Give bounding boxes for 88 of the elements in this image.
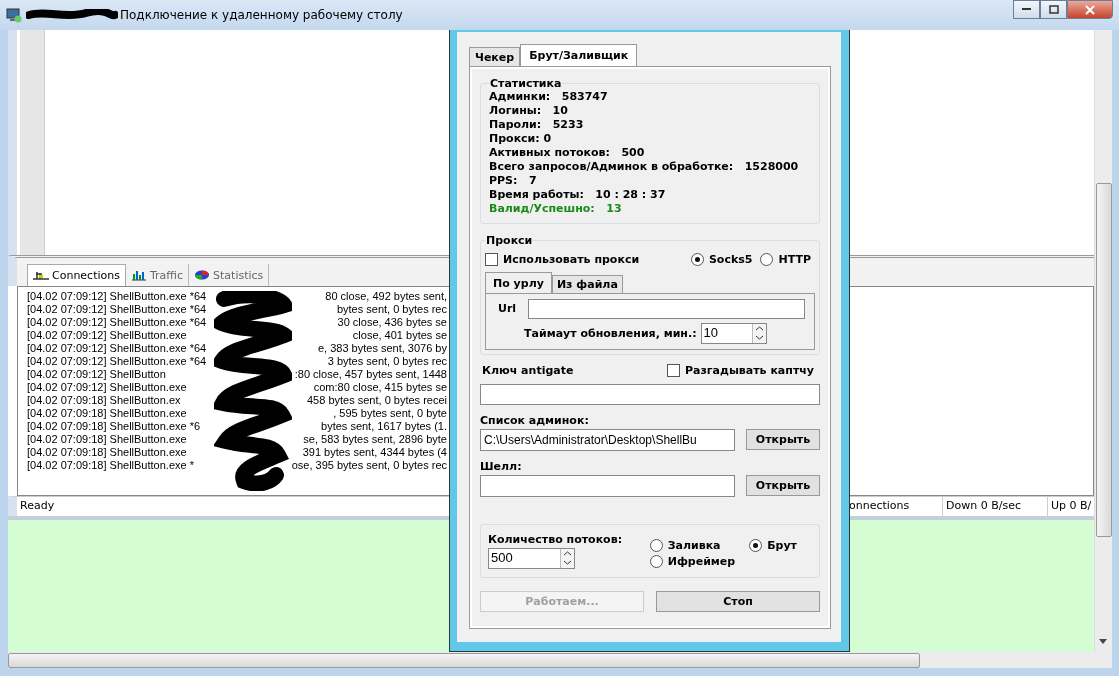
log-line: [04.02 07:09:12] ShellButton.exe *64 <box>27 290 207 303</box>
log-line: , 595 bytes sent, 0 byte <box>333 407 447 420</box>
antigate-key-field[interactable] <box>480 384 820 405</box>
log-line: [04.02 07:09:18] ShellButton.exe <box>27 446 187 459</box>
group-title: Статистика <box>489 77 563 90</box>
close-button[interactable] <box>1067 0 1113 19</box>
stop-button[interactable]: Стоп <box>656 591 820 612</box>
log-line: e, 383 bytes sent, 3076 by <box>317 342 447 355</box>
admin-list-label: Список админок: <box>480 414 590 427</box>
close-icon <box>1085 4 1095 15</box>
radio-button[interactable] <box>749 539 763 552</box>
tab[interactable]: Брут/Заливщик <box>520 44 638 66</box>
stat-line: Пароли: 5233 <box>489 118 585 132</box>
url-label: Url <box>498 302 517 315</box>
log-line: 458 bytes sent, 0 bytes recei <box>306 394 447 407</box>
log-line: [04.02 07:09:12] ShellButton <box>27 368 166 381</box>
open-button[interactable]: Открыть <box>746 429 820 450</box>
log-line: [04.02 07:09:18] ShellButton.exe * <box>27 459 194 472</box>
stat-line: Логины: 10 <box>489 104 569 118</box>
network-icon <box>33 269 49 282</box>
window-title: Подключение к удаленному рабочему столу <box>120 8 403 22</box>
tab[interactable]: По урлу <box>485 272 552 293</box>
tab[interactable]: Чекер <box>469 47 521 66</box>
stat-line: PPS: 7 <box>489 174 538 188</box>
radio-label: Socks5 <box>708 252 753 266</box>
scroll-down-icon <box>1099 639 1107 644</box>
stat-line: Активных потоков: 500 <box>489 146 646 160</box>
threads-label: Количество потоков: <box>488 533 623 546</box>
stat-line: Прокси: 0 <box>489 132 553 146</box>
radio-label: HTTP <box>778 252 811 266</box>
log-line: [04.02 07:09:18] ShellButton.exe *6 <box>27 420 201 433</box>
pie-chart-icon <box>194 269 211 281</box>
radio-label: Брут <box>767 539 797 552</box>
log-line: 391 bytes sent, 4344 bytes (4 <box>302 446 447 459</box>
checkbox[interactable] <box>485 252 498 266</box>
radio-button[interactable] <box>760 252 774 266</box>
log-line: [04.02 07:09:12] ShellButton.exe <box>27 329 187 342</box>
stat-line: Админки: 583747 <box>489 90 609 104</box>
timeout-label: Таймаут обновления, мин.: <box>524 327 697 340</box>
remote-desktop-icon <box>6 7 22 23</box>
stat-line: Всего запросов/Админок в обработке: 1528000 <box>489 160 800 174</box>
shell-field[interactable] <box>480 475 735 497</box>
log-line: [04.02 07:09:12] ShellButton.exe *64 <box>27 316 207 329</box>
log-line: [04.02 07:09:12] ShellButton.exe *64 <box>27 342 207 355</box>
minimize-icon <box>1022 8 1031 11</box>
shell-label: Шелл: <box>480 460 523 473</box>
log-line: [04.02 07:09:12] ShellButton.exe *64 <box>27 303 207 316</box>
log-line: close, 401 bytes se <box>352 329 447 342</box>
log-line: se, 583 bytes sent, 2896 byte <box>303 433 447 446</box>
log-line: bytes sent, 0 bytes rec <box>336 303 447 316</box>
log-line: 3 bytes sent, 0 bytes rec <box>327 355 447 368</box>
bar-chart-icon <box>131 269 147 281</box>
log-line: [04.02 07:09:18] ShellButton.ex <box>27 394 181 407</box>
stat-line: Валид/Успешно: 13 <box>489 202 623 216</box>
maximize-button[interactable] <box>1040 0 1067 19</box>
log-line: [04.02 07:09:12] ShellButton.exe <box>27 381 187 394</box>
log-line: ose, 395 bytes sent, 0 bytes rec <box>291 459 447 472</box>
radio-label: Заливка <box>667 539 721 552</box>
radio-button[interactable] <box>690 252 704 266</box>
log-line: 80 close, 492 bytes sent, <box>325 290 447 303</box>
log-line: 30 close, 436 bytes se <box>337 316 447 329</box>
vertical-scrollbar[interactable] <box>1094 30 1112 652</box>
group-title: Прокси <box>485 234 534 247</box>
checkbox-label: Разгадывать каптчу <box>685 364 814 377</box>
status-text: Up 0 B/ <box>1050 498 1093 514</box>
tab[interactable]: Из файла <box>551 275 623 293</box>
stat-line: Время работы: 10 : 28 : 37 <box>489 188 667 202</box>
log-line: bytes sent, 1617 bytes (1. <box>321 420 447 433</box>
log-line: :80 close, 457 bytes sent, 1448 <box>294 368 447 381</box>
threads-spinner[interactable]: 500 <box>488 548 575 569</box>
horizontal-scrollbar[interactable] <box>8 652 1112 668</box>
checkbox[interactable] <box>667 364 680 377</box>
minimize-button[interactable] <box>1013 0 1040 19</box>
admin-list-field[interactable]: C:\Users\Administrator\Desktop\ShellBu <box>480 429 735 451</box>
radio-button[interactable] <box>649 555 663 568</box>
log-line: [04.02 07:09:18] ShellButton.exe <box>27 433 187 446</box>
radio-label: Ифреймер <box>667 555 736 568</box>
antigate-label: Ключ antigate <box>482 364 574 377</box>
maximize-icon <box>1048 5 1059 14</box>
log-line: [04.02 07:09:12] ShellButton.exe *64 <box>27 355 207 368</box>
open-button[interactable]: Открыть <box>746 475 820 496</box>
radio-button[interactable] <box>649 539 663 552</box>
log-line: [04.02 07:09:18] ShellButton.exe <box>27 407 187 420</box>
checkbox-label: Использовать прокси <box>503 252 640 266</box>
tab[interactable]: Connections <box>27 264 126 286</box>
log-line: com:80 close, 415 bytes se <box>313 381 447 394</box>
url-field[interactable] <box>528 299 805 319</box>
timeout-spinner[interactable]: 10 <box>700 323 767 344</box>
